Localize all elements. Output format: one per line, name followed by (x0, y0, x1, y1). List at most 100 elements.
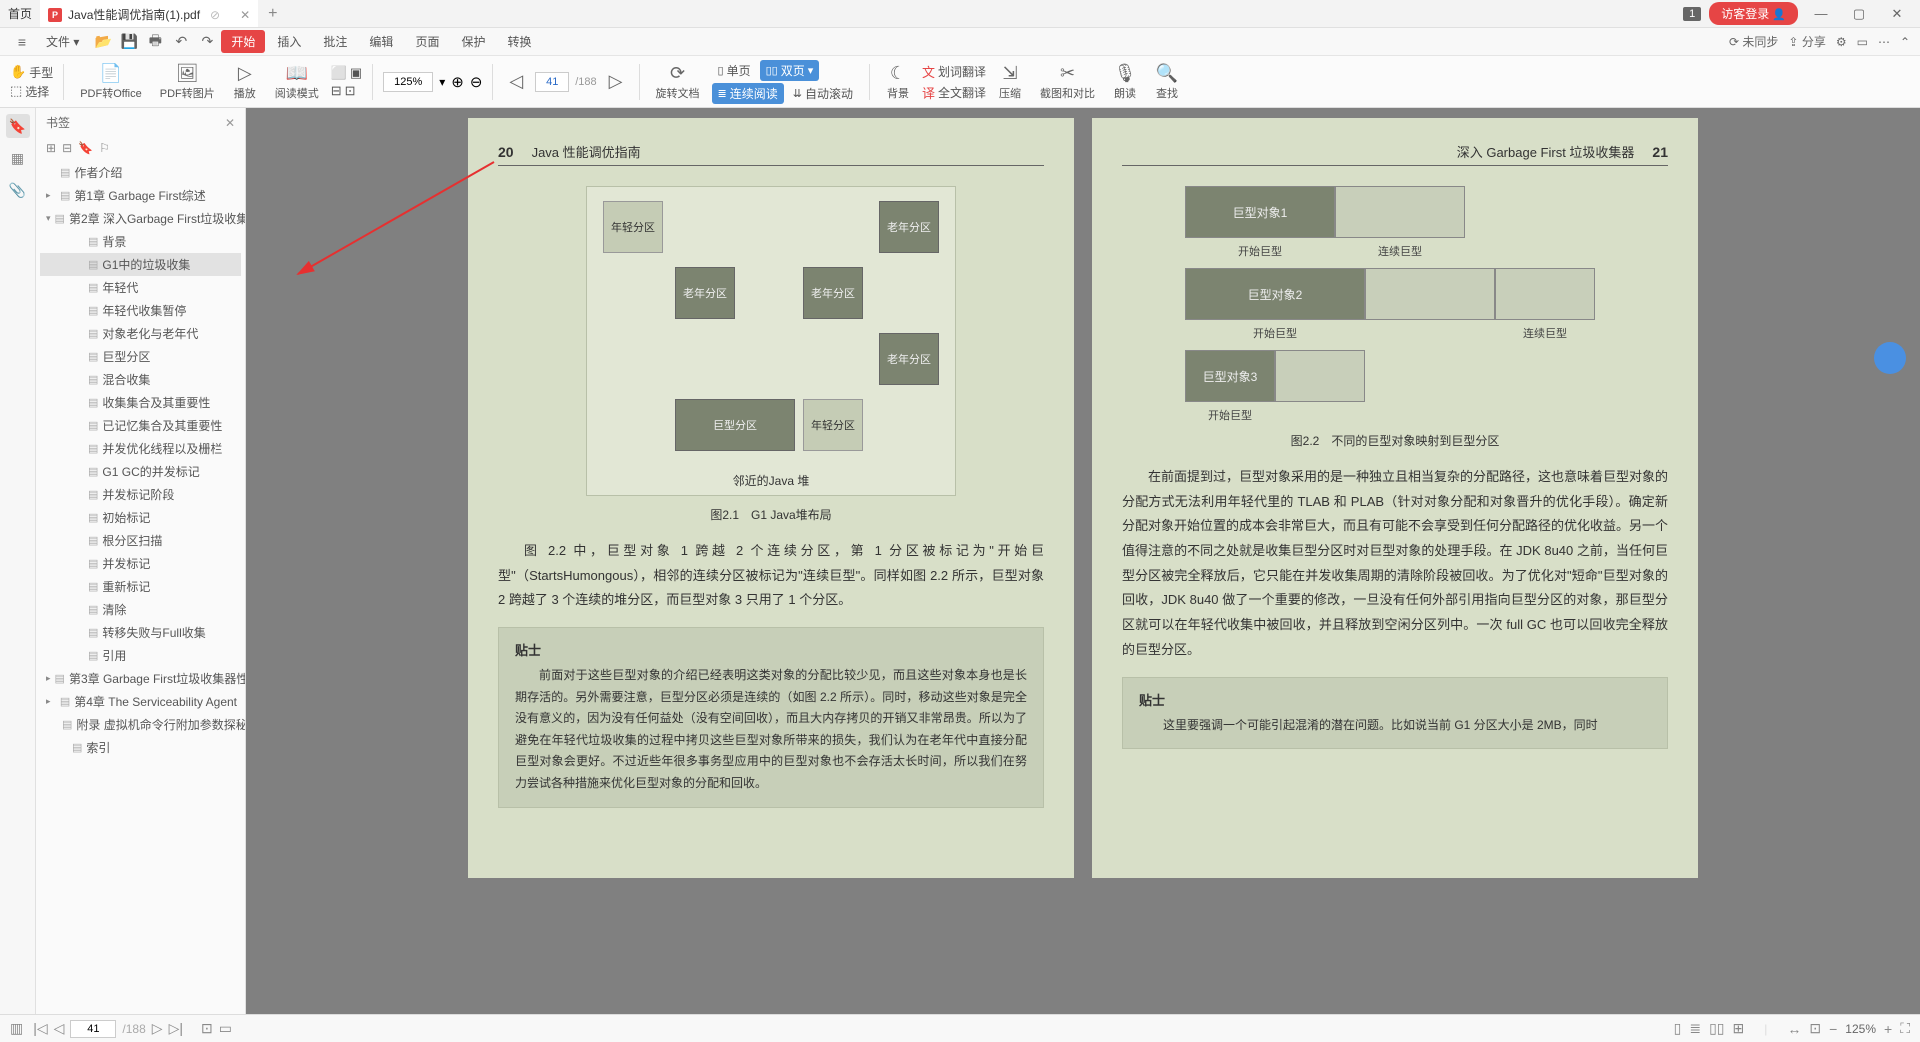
next-page-button[interactable]: ▷ (603, 59, 629, 105)
fit-width-sb-icon[interactable]: ↔ (1787, 1021, 1801, 1037)
pdf-to-image-button[interactable]: 🖼PDF转图片 (154, 59, 221, 105)
prev-page-button[interactable]: ◁ (503, 59, 529, 105)
bookmark-item[interactable]: ▤年轻代 (40, 276, 241, 299)
zoom-value-statusbar[interactable]: 125% (1845, 1022, 1876, 1036)
bookmark-item[interactable]: ▤背景 (40, 230, 241, 253)
bookmark-item[interactable]: ▤清除 (40, 598, 241, 621)
double-page-button[interactable]: ▯▯ 双页▾ (760, 60, 820, 81)
zoom-out-icon[interactable]: ⊖ (470, 73, 483, 91)
undo-icon[interactable]: ↶ (169, 30, 193, 54)
compress-button[interactable]: ⇲压缩 (992, 59, 1028, 105)
last-page-icon[interactable]: ▷| (169, 1020, 183, 1037)
document-tab[interactable]: P Java性能调优指南(1).pdf ⊘ ✕ (40, 0, 258, 27)
page-input-statusbar[interactable] (70, 1020, 116, 1038)
close-tab-icon[interactable]: ✕ (240, 8, 250, 22)
sync-status[interactable]: ⟳ 未同步 (1729, 33, 1778, 50)
zoom-input[interactable] (383, 72, 433, 92)
view-double-icon[interactable]: ▯▯ (1709, 1020, 1724, 1037)
tab-annotate[interactable]: 批注 (313, 33, 357, 50)
presentation-icon[interactable]: ▭ (219, 1020, 232, 1037)
settings-icon[interactable]: ⚙ (1836, 35, 1847, 49)
floating-action-button[interactable] (1874, 342, 1906, 374)
save-icon[interactable]: 💾 (117, 30, 141, 54)
zoom-dropdown-icon[interactable]: ▾ (439, 75, 445, 89)
bookmark-item[interactable]: ▤G1中的垃圾收集 (40, 253, 241, 276)
file-menu[interactable]: 文件 ▾ (36, 33, 89, 50)
single-page-button[interactable]: ▯ 单页 (712, 60, 757, 81)
full-translate-button[interactable]: 译全文翻译 (922, 83, 986, 102)
view-single-icon[interactable]: ▯ (1674, 1020, 1682, 1037)
minimize-button[interactable]: — (1806, 6, 1836, 21)
bookmark-item[interactable]: ▤并发标记 (40, 552, 241, 575)
maximize-button[interactable]: ▢ (1844, 6, 1874, 22)
bookmark-item[interactable]: ▤根分区扫描 (40, 529, 241, 552)
select-tool[interactable]: ⬚选择 (10, 83, 53, 100)
bookmark-item[interactable]: ▤G1 GC的并发标记 (40, 460, 241, 483)
next-page-icon[interactable]: ▷ (152, 1020, 163, 1037)
home-tab[interactable]: 首页 (0, 0, 40, 27)
find-button[interactable]: 🔍查找 (1149, 59, 1185, 105)
bookmark-item[interactable]: ▾▤第2章 深入Garbage First垃圾收集器 (40, 207, 241, 230)
tab-convert[interactable]: 转换 (497, 33, 541, 50)
feedback-icon[interactable]: ▭ (1857, 35, 1868, 49)
open-icon[interactable]: 📂 (91, 30, 115, 54)
view-continuous-icon[interactable]: ≣ (1689, 1020, 1701, 1037)
bookmark-add-icon[interactable]: 🔖 (78, 141, 93, 155)
fullscreen-icon[interactable]: ⛶ (1900, 1020, 1910, 1037)
page-input[interactable] (535, 72, 569, 92)
new-tab-button[interactable]: + (258, 5, 287, 23)
tab-edit[interactable]: 编辑 (359, 33, 403, 50)
collapse-all-icon[interactable]: ⊟ (62, 141, 72, 155)
bookmark-item[interactable]: ▸▤第1章 Garbage First综述 (40, 184, 241, 207)
redo-icon[interactable]: ↷ (195, 30, 219, 54)
read-aloud-button[interactable]: 🎙朗读 (1107, 59, 1143, 105)
bookmark-item[interactable]: ▸▤第3章 Garbage First垃圾收集器性能优化 (40, 667, 241, 690)
fit-page-icon[interactable]: ▣ (350, 65, 362, 81)
bookmark-item[interactable]: ▤附录 虚拟机命令行附加参数探秘 (40, 713, 241, 736)
zoom-in-sb-icon[interactable]: + (1884, 1021, 1892, 1037)
word-translate-button[interactable]: 文划词翻译 (922, 62, 986, 81)
fit-width-icon[interactable]: ⬜ (331, 65, 347, 81)
bookmark-item[interactable]: ▤混合收集 (40, 368, 241, 391)
rotate-button[interactable]: ⟳旋转文档 (650, 59, 706, 105)
bookmark-item[interactable]: ▤索引 (40, 736, 241, 759)
first-page-icon[interactable]: |◁ (33, 1020, 47, 1037)
bookmark-item[interactable]: ▤转移失败与Full收集 (40, 621, 241, 644)
pin-icon[interactable]: ⊘ (210, 8, 220, 22)
bookmark-options-icon[interactable]: ⚐ (99, 141, 110, 155)
sidebar-toggle-icon[interactable]: ▥ (10, 1020, 23, 1037)
tab-start[interactable]: 开始 (221, 30, 265, 53)
bookmark-item[interactable]: ▤引用 (40, 644, 241, 667)
guest-login-button[interactable]: 访客登录 👤 (1709, 2, 1798, 25)
thumbnail-rail-icon[interactable]: ▦ (6, 146, 30, 170)
bookmark-item[interactable]: ▤收集集合及其重要性 (40, 391, 241, 414)
bookmark-item[interactable]: ▤并发优化线程以及栅栏 (40, 437, 241, 460)
close-panel-icon[interactable]: ✕ (225, 116, 235, 130)
view-double-cont-icon[interactable]: ⊞ (1733, 1020, 1745, 1037)
fit-visible-icon[interactable]: ⊡ (345, 83, 356, 99)
screenshot-button[interactable]: ✂截图和对比 (1034, 59, 1101, 105)
print-icon[interactable]: 🖶 (143, 30, 167, 54)
bookmark-item[interactable]: ▤年轻代收集暂停 (40, 299, 241, 322)
tab-page[interactable]: 页面 (405, 33, 449, 50)
hand-tool[interactable]: ✋手型 (10, 64, 53, 81)
fit-icon[interactable]: ⊡ (201, 1020, 213, 1037)
auto-scroll-button[interactable]: ⇊ 自动滚动 (787, 83, 859, 104)
read-mode-button[interactable]: 📖阅读模式 (269, 59, 325, 105)
notification-badge[interactable]: 1 (1683, 7, 1701, 21)
zoom-out-sb-icon[interactable]: − (1829, 1021, 1837, 1037)
close-window-button[interactable]: ✕ (1882, 6, 1912, 22)
prev-page-icon[interactable]: ◁ (54, 1020, 65, 1037)
bookmark-item[interactable]: ▤重新标记 (40, 575, 241, 598)
bookmark-item[interactable]: ▤并发标记阶段 (40, 483, 241, 506)
bookmark-item[interactable]: ▤已记忆集合及其重要性 (40, 414, 241, 437)
expand-all-icon[interactable]: ⊞ (46, 141, 56, 155)
tab-protect[interactable]: 保护 (451, 33, 495, 50)
bookmark-item[interactable]: ▤初始标记 (40, 506, 241, 529)
attachment-rail-icon[interactable]: 📎 (6, 178, 30, 202)
fit-page-sb-icon[interactable]: ⊡ (1809, 1020, 1821, 1037)
background-button[interactable]: ☾背景 (880, 59, 916, 105)
zoom-in-icon[interactable]: ⊕ (451, 73, 464, 91)
bookmark-item[interactable]: ▤对象老化与老年代 (40, 322, 241, 345)
menu-icon[interactable]: ≡ (10, 30, 34, 54)
